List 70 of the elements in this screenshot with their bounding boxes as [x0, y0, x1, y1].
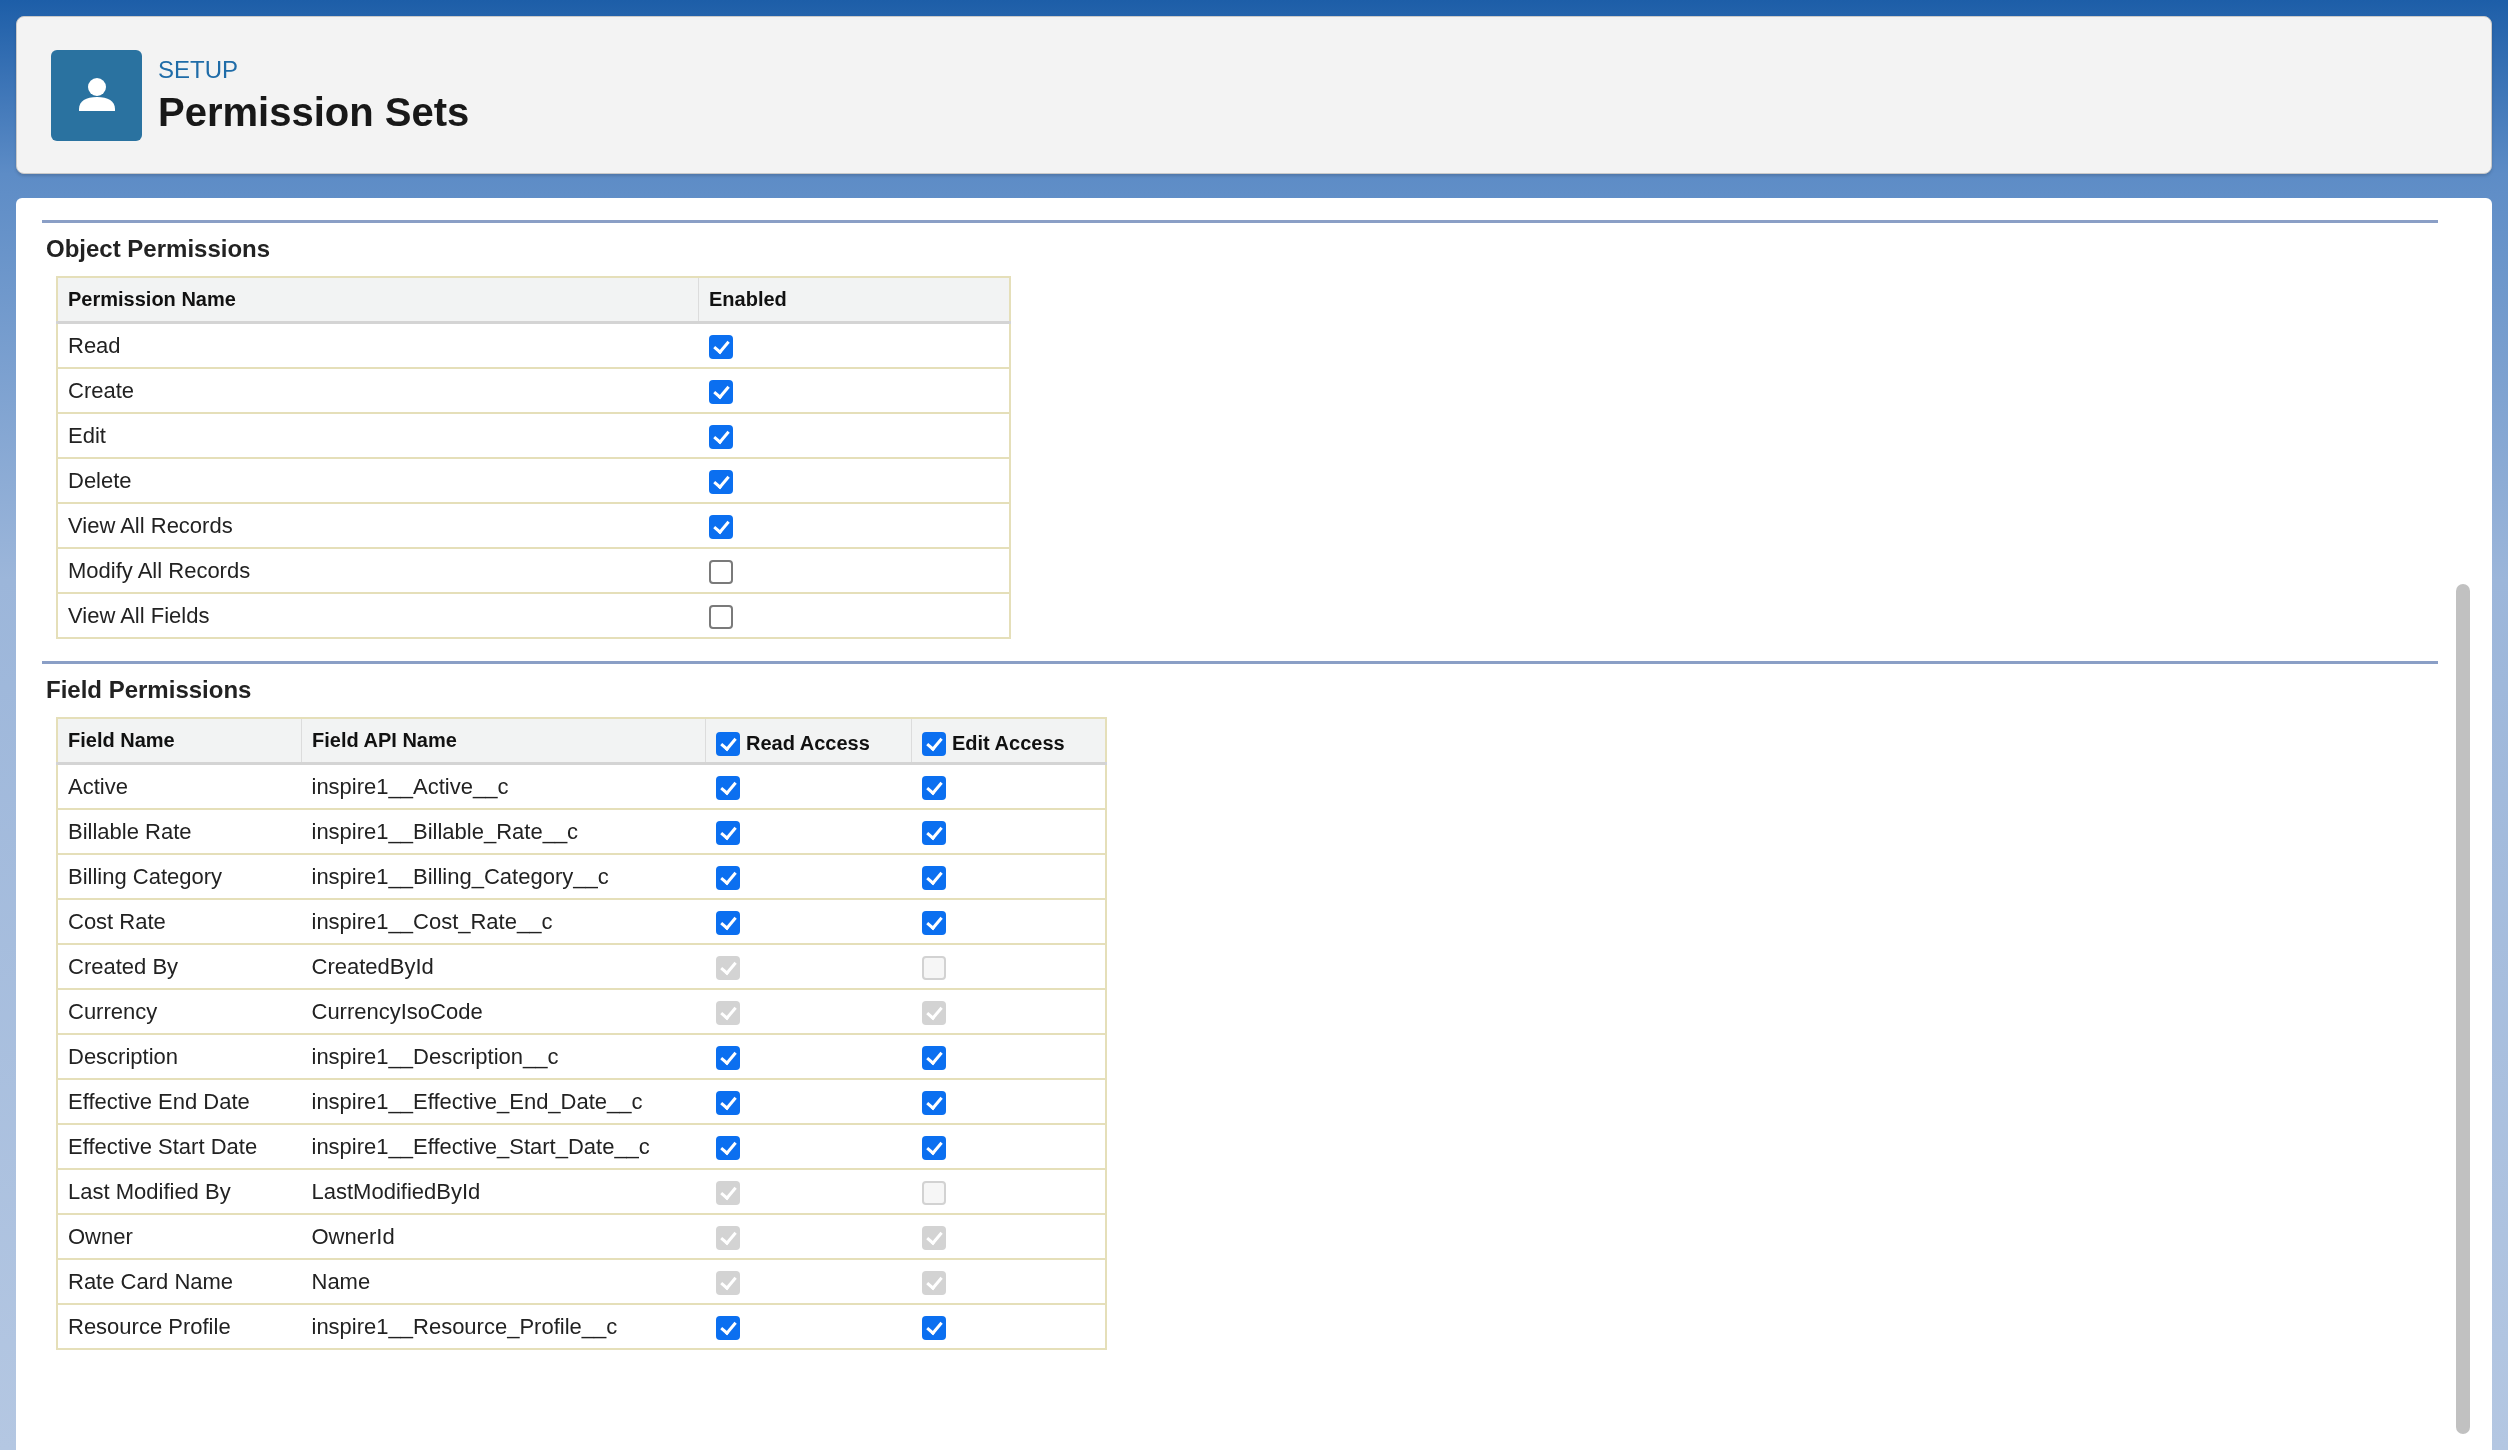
table-cell: View All Fields: [57, 593, 699, 638]
breadcrumb-label: SETUP: [158, 55, 239, 84]
checkbox[interactable]: [708, 604, 733, 629]
column-header: Enabled: [698, 277, 1010, 323]
checkbox[interactable]: [715, 1135, 740, 1160]
user-icon: [51, 49, 142, 141]
checkbox[interactable]: [708, 514, 733, 539]
page-title: Permission Sets: [158, 89, 470, 135]
column-header: Field Name: [57, 718, 302, 764]
table-cell: Created By: [57, 944, 302, 989]
table-cell: CreatedById: [301, 944, 706, 989]
checkbox[interactable]: [715, 910, 740, 935]
table-cell: inspire1__Cost_Rate__c: [301, 899, 706, 944]
table-cell: inspire1__Resource_Profile__c: [301, 1304, 706, 1349]
checkbox[interactable]: [708, 379, 733, 404]
table-cell: inspire1__Billing_Category__c: [301, 854, 706, 899]
table-cell: Cost Rate: [57, 899, 302, 944]
checkbox[interactable]: [921, 775, 946, 800]
table-cell: Edit: [57, 413, 699, 458]
checkbox[interactable]: [708, 469, 733, 494]
column-header: Field API Name: [301, 718, 706, 764]
table-cell: Rate Card Name: [57, 1259, 302, 1304]
section-heading: Object Permissions: [46, 235, 272, 263]
checkbox[interactable]: [921, 1135, 946, 1160]
table-cell: Resource Profile: [57, 1304, 302, 1349]
table-cell: Name: [301, 1259, 706, 1304]
table-cell: inspire1__Effective_Start_Date__c: [301, 1124, 706, 1169]
checkbox[interactable]: [715, 820, 740, 845]
table-cell: inspire1__Active__c: [301, 763, 706, 809]
table-cell: CurrencyIsoCode: [301, 989, 706, 1034]
table-cell: Effective Start Date: [57, 1124, 302, 1169]
table-cell: LastModifiedById: [301, 1169, 706, 1214]
scrollbar[interactable]: [2456, 584, 2470, 1434]
checkbox[interactable]: [921, 820, 946, 845]
table-cell: inspire1__Description__c: [301, 1034, 706, 1079]
checkbox[interactable]: [715, 775, 740, 800]
select-all-checkbox[interactable]: [922, 731, 946, 756]
checkbox[interactable]: [715, 1045, 740, 1070]
checkbox[interactable]: [715, 1315, 740, 1340]
table-cell: Create: [57, 368, 699, 413]
checkbox[interactable]: [715, 865, 740, 890]
table-cell: Read: [57, 322, 699, 368]
checkbox[interactable]: [921, 865, 946, 890]
table-cell: Last Modified By: [57, 1169, 302, 1214]
table-cell: Billing Category: [57, 854, 302, 899]
column-header: Edit Access: [952, 732, 1065, 755]
section-heading: Field Permissions: [46, 676, 253, 704]
checkbox[interactable]: [921, 1045, 946, 1070]
checkbox[interactable]: [708, 424, 733, 449]
checkbox[interactable]: [715, 1090, 740, 1115]
table-cell: Owner: [57, 1214, 302, 1259]
table-cell: inspire1__Effective_End_Date__c: [301, 1079, 706, 1124]
table-cell: Description: [57, 1034, 302, 1079]
table-cell: Delete: [57, 458, 699, 503]
table-cell: Currency: [57, 989, 302, 1034]
checkbox[interactable]: [708, 559, 733, 584]
table-cell: Effective End Date: [57, 1079, 302, 1124]
table-cell: OwnerId: [301, 1214, 706, 1259]
table-cell: Modify All Records: [57, 548, 699, 593]
checkbox[interactable]: [921, 1090, 946, 1115]
checkbox[interactable]: [921, 910, 946, 935]
table-cell: Billable Rate: [57, 809, 302, 854]
table-cell: View All Records: [57, 503, 699, 548]
table-cell: inspire1__Billable_Rate__c: [301, 809, 706, 854]
checkbox[interactable]: [921, 1315, 946, 1340]
checkbox[interactable]: [708, 334, 733, 359]
column-header: Read Access: [746, 732, 870, 755]
column-header: Permission Name: [57, 277, 699, 323]
table-cell: Active: [57, 763, 302, 809]
select-all-checkbox[interactable]: [716, 731, 740, 756]
